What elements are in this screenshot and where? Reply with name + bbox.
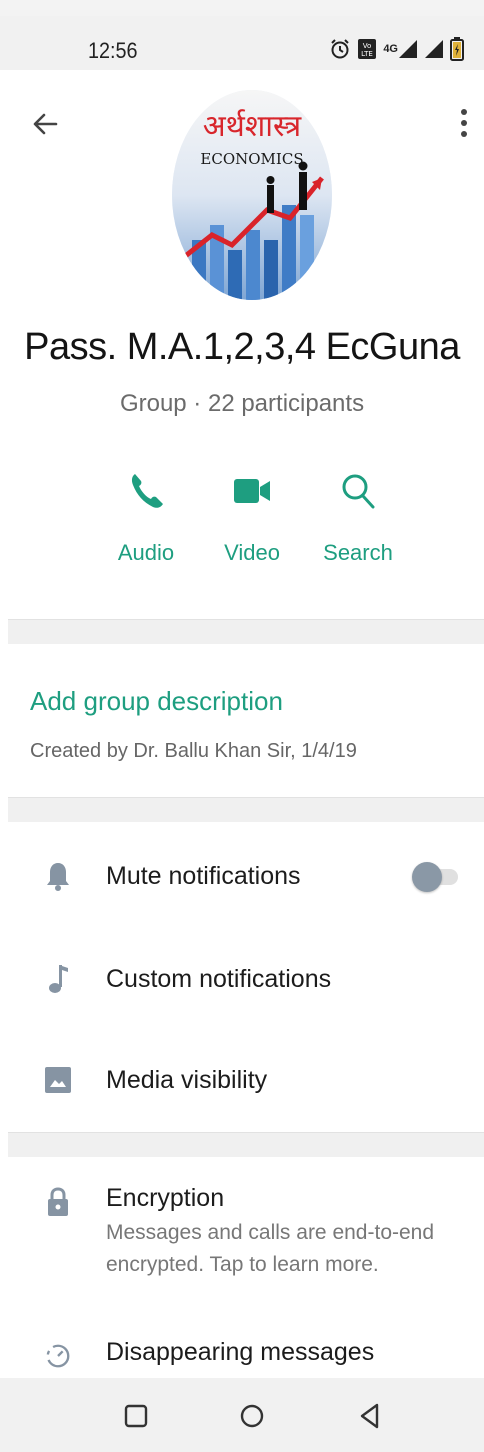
more-options-button[interactable] <box>452 104 476 144</box>
encryption-title: Encryption <box>106 1184 225 1212</box>
svg-text:Vo: Vo <box>363 42 372 50</box>
video-camera-icon <box>234 479 270 503</box>
section-divider <box>8 619 484 644</box>
section-divider <box>8 1132 484 1157</box>
mute-toggle[interactable] <box>412 858 458 894</box>
audio-call-button[interactable]: Audio <box>96 468 196 566</box>
back-button[interactable] <box>28 106 64 142</box>
video-call-button[interactable]: Video <box>202 468 302 566</box>
top-strip <box>0 0 484 16</box>
recent-apps-button[interactable] <box>118 1398 154 1434</box>
audio-label: Audio <box>117 540 175 565</box>
group-participants: Group · 22 participants <box>119 390 365 417</box>
back-nav-button[interactable] <box>352 1398 388 1434</box>
mute-notifications-label: Mute notifications <box>106 862 301 890</box>
bell-icon <box>44 858 72 894</box>
group-info-header: अर्थशास्त्र ECONOMICS Pass. M.A.1,2,3,4 … <box>0 70 484 610</box>
timer-icon <box>44 1338 72 1374</box>
home-button[interactable] <box>234 1398 270 1434</box>
quick-actions: Audio Video Search <box>94 468 400 578</box>
alarm-icon <box>329 38 351 60</box>
network-label: 4G <box>383 43 398 55</box>
add-group-description[interactable]: Add group description <box>30 686 283 717</box>
media-visibility-row[interactable]: Media visibility <box>0 1046 484 1116</box>
search-icon <box>342 474 375 509</box>
encryption-row[interactable]: Encryption Messages and calls are end-to… <box>0 1166 484 1286</box>
avatar-hindi-text: अर्थशास्त्र <box>203 109 302 144</box>
phone-icon <box>131 474 163 508</box>
triangle-back-icon <box>360 1403 379 1429</box>
encryption-subtitle-line1: Messages and calls are end-to-end <box>106 1221 435 1244</box>
volte-icon: Vo LTE <box>357 38 377 60</box>
music-note-icon <box>44 961 72 997</box>
arrow-left-icon <box>33 113 58 135</box>
lock-icon <box>44 1184 72 1220</box>
group-avatar[interactable]: अर्थशास्त्र ECONOMICS <box>172 90 332 300</box>
encryption-block: Encryption Messages and calls are end-to… <box>106 1184 434 1281</box>
media-visibility-label: Media visibility <box>106 1066 268 1094</box>
signal-4g-icon: 4G <box>383 39 418 59</box>
custom-notifications-label: Custom notifications <box>106 965 332 993</box>
search-label: Search <box>323 540 393 565</box>
signal-icon <box>424 39 444 59</box>
custom-notifications-row[interactable]: Custom notifications <box>0 945 484 1015</box>
square-icon <box>124 1404 148 1428</box>
svg-text:LTE: LTE <box>361 50 373 58</box>
disappearing-messages-label: Disappearing messages <box>106 1338 375 1366</box>
section-divider <box>8 797 484 822</box>
group-name: Pass. M.A.1,2,3,4 EcGuna <box>24 326 460 368</box>
encryption-subtitle-line2: encrypted. Tap to learn more. <box>106 1253 379 1276</box>
search-button[interactable]: Search <box>308 468 408 566</box>
avatar-economics-text: ECONOMICS <box>200 150 303 168</box>
battery-charging-icon <box>450 37 464 61</box>
toggle-knob <box>412 862 442 892</box>
video-label: Video <box>224 540 280 565</box>
image-icon <box>44 1062 72 1098</box>
circle-icon <box>240 1404 264 1428</box>
status-time: 12:56 <box>88 38 138 63</box>
more-vertical-icon <box>461 109 467 137</box>
created-by-text: Created by Dr. Ballu Khan Sir, 1/4/19 <box>30 740 357 762</box>
system-navigation-bar <box>0 1378 484 1452</box>
status-icons: Vo LTE 4G <box>329 36 464 62</box>
status-bar: 12:56 Vo LTE 4G <box>0 16 484 70</box>
